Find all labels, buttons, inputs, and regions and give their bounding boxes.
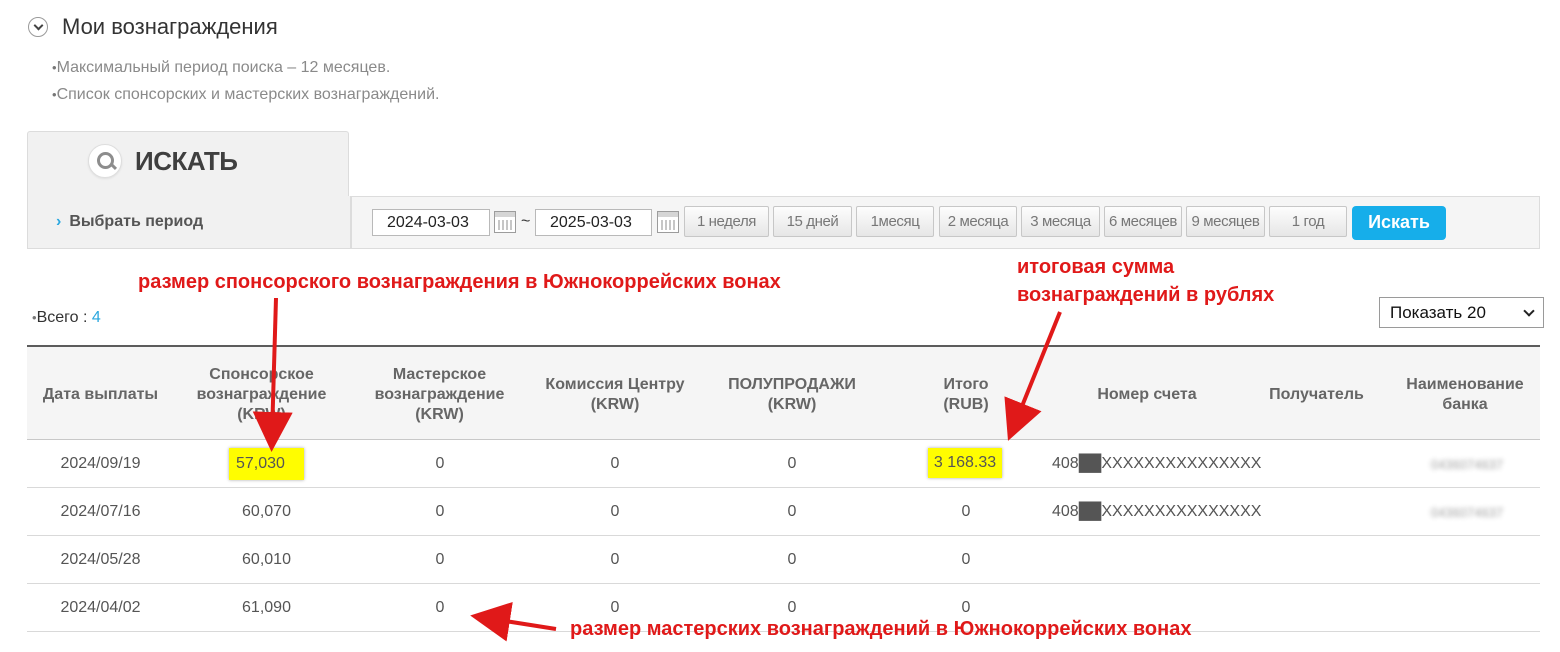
cell-total: 0 (961, 503, 971, 520)
period-1-month-button[interactable]: 1месяц (856, 206, 934, 237)
page-size-select[interactable]: Показать 20 (1379, 297, 1544, 328)
date-separator: ~ (521, 213, 531, 230)
calendar-from-icon[interactable] (494, 211, 516, 233)
cell-half-sales: 0 (787, 503, 797, 520)
cell-master: 0 (435, 455, 445, 472)
col-account: Номер счета (1097, 385, 1197, 403)
note-list-types: Список спонсорских и мастерских вознагра… (52, 81, 440, 108)
cell-master: 0 (435, 503, 445, 520)
cell-date: 2024/05/28 (60, 551, 141, 568)
cell-sponsor: 60,010 (242, 551, 291, 568)
chevron-down-icon (1523, 305, 1535, 317)
cell-total: 3 168.33 (928, 448, 1002, 478)
col-half-sales: ПОЛУПРОДАЖИ (KRW) (728, 375, 856, 413)
section-header[interactable]: Мои вознаграждения (28, 14, 278, 40)
cell-half-sales: 0 (787, 455, 797, 472)
cell-sponsor: 57,030 (229, 448, 304, 480)
page-size-value: Показать 20 (1390, 303, 1486, 322)
table-header: Дата выплаты Спонсорское вознаграждение … (27, 345, 1540, 440)
cell-account: 408██XXXXXXXXXXXXXXX (1052, 455, 1262, 472)
date-to-input[interactable]: 2025-03-03 (535, 209, 652, 236)
period-9-months-button[interactable]: 9 месяцев (1186, 206, 1265, 237)
cell-center-fee: 0 (610, 455, 620, 472)
cell-master: 0 (435, 599, 445, 616)
cell-date: 2024/07/16 (60, 503, 141, 520)
table-row: 2024/05/28 60,010 0 0 0 0 (27, 536, 1540, 584)
cell-date: 2024/09/19 (60, 455, 141, 472)
period-1-week-button[interactable]: 1 неделя (684, 206, 769, 237)
col-bank: Наименование банка (1406, 375, 1524, 413)
cell-center-fee: 0 (610, 551, 620, 568)
cell-center-fee: 0 (610, 503, 620, 520)
search-notes: Максимальный период поиска – 12 месяцев.… (52, 54, 440, 108)
cell-date: 2024/04/02 (60, 599, 141, 616)
search-button[interactable]: Искать (1352, 206, 1446, 240)
results-total: •Всего : 4 (32, 309, 101, 326)
total-count: 4 (91, 309, 101, 326)
col-date: Дата выплаты (42, 385, 159, 403)
annotation-master: размер мастерских вознаграждений в Южнок… (570, 618, 1192, 640)
cell-master: 0 (435, 551, 445, 568)
chevron-right-icon: › (56, 213, 62, 230)
col-recipient: Получатель (1269, 385, 1364, 403)
table-row: 2024/07/16 60,070 0 0 0 0 408██XXXXXXXXX… (27, 488, 1540, 536)
col-total: Итого (RUB) (943, 375, 989, 413)
annotation-total-line1: итоговая сумма (1017, 256, 1175, 278)
period-label-cell: › Выбрать период (27, 196, 351, 249)
cell-sponsor: 61,090 (242, 599, 291, 616)
period-2-months-button[interactable]: 2 месяца (939, 206, 1017, 237)
period-label: Выбрать период (69, 213, 204, 230)
page-title: Мои вознаграждения (62, 14, 278, 39)
col-master: Мастерское вознаграждение (KRW) (374, 365, 505, 423)
annotation-total-line2: вознаграждений в рублях (1017, 284, 1275, 306)
cell-sponsor: 60,070 (242, 503, 291, 520)
table-row: 2024/09/19 57,030 0 0 0 3 168.33 408██XX… (27, 440, 1540, 488)
col-sponsor: Спонсорское вознаграждение (KRW) (196, 365, 327, 423)
search-tab: ИСКАТЬ (27, 131, 349, 197)
annotation-sponsor: размер спонсорского вознаграждения в Южн… (138, 271, 781, 293)
cell-half-sales: 0 (787, 551, 797, 568)
period-6-months-button[interactable]: 6 месяцев (1104, 206, 1182, 237)
search-icon (88, 144, 122, 178)
search-tab-label: ИСКАТЬ (135, 146, 238, 176)
collapse-chevron-icon[interactable] (28, 17, 48, 37)
cell-bank: 0436074637 (1430, 456, 1504, 472)
cell-account: 408██XXXXXXXXXXXXXXX (1052, 503, 1262, 520)
period-3-months-button[interactable]: 3 месяца (1021, 206, 1100, 237)
cell-total: 0 (961, 551, 971, 568)
note-max-period: Максимальный период поиска – 12 месяцев. (52, 54, 439, 81)
total-label: Всего : (36, 309, 88, 326)
period-1-year-button[interactable]: 1 год (1269, 206, 1347, 237)
cell-bank: 0436074637 (1430, 504, 1504, 520)
period-15-days-button[interactable]: 15 дней (773, 206, 852, 237)
date-from-input[interactable]: 2024-03-03 (372, 209, 490, 236)
calendar-to-icon[interactable] (657, 211, 679, 233)
col-center-fee: Комиссия Центру (KRW) (545, 375, 685, 413)
